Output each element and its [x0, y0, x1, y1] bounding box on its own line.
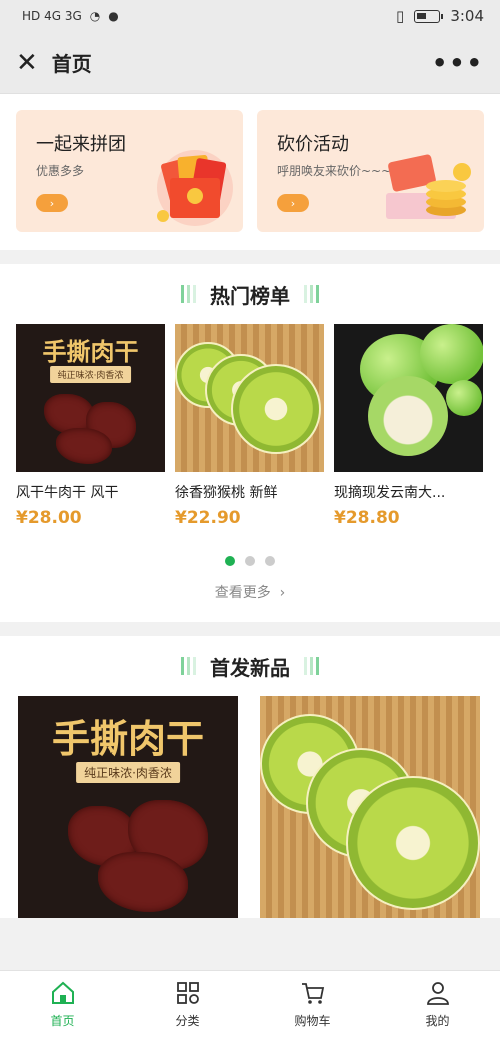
vibrate-icon: ▯ — [396, 7, 405, 25]
beef-jerky-image[interactable]: 手撕肉干 纯正味浓·肉香浓 — [18, 696, 238, 918]
tab-cart[interactable]: 购物车 — [250, 971, 375, 1038]
product-name: 徐香猕猴桃 新鲜 — [175, 485, 278, 500]
tab-category[interactable]: 分类 — [125, 971, 250, 1038]
tab-label: 购物车 — [294, 1014, 331, 1028]
kiwi-image[interactable] — [260, 696, 480, 918]
category-icon — [176, 982, 199, 1004]
message-icon: ● — [108, 9, 119, 23]
section-title: 首发新品 — [210, 655, 290, 680]
decor-bars — [181, 285, 196, 303]
view-more-label: 查看更多 — [214, 585, 271, 601]
product-price: ¥28.00 — [16, 508, 82, 528]
tab-profile[interactable]: 我的 — [375, 971, 500, 1038]
beef-jerky-image: 手撕肉干 纯正味浓·肉香浓 — [16, 324, 165, 472]
carousel-indicator — [0, 556, 500, 566]
more-icon[interactable]: ••• — [432, 49, 484, 77]
arrow-button[interactable]: › — [36, 194, 68, 212]
kiwi-image — [175, 324, 324, 472]
product-name: 风干牛肉干 风干 — [16, 485, 119, 500]
tab-label: 我的 — [425, 1014, 450, 1028]
image-tag: 纯正味浓·肉香浓 — [49, 366, 132, 383]
product-price: ¥28.80 — [334, 508, 400, 528]
section-header: 热门榜单 — [0, 264, 500, 324]
green-jujube-image — [334, 324, 483, 472]
clock: 3:04 — [450, 7, 484, 25]
dot-active[interactable] — [225, 556, 235, 566]
tab-label: 首页 — [50, 1014, 75, 1028]
bottom-tab-bar: 首页 分类 购物车 我的 — [0, 970, 500, 1038]
home-icon — [51, 981, 74, 1004]
product-price: ¥22.90 — [175, 508, 241, 528]
group-buy-card[interactable]: 一起来拼团 优惠多多 › — [16, 110, 243, 232]
tab-label: 分类 — [175, 1014, 200, 1028]
dot[interactable] — [245, 556, 255, 566]
status-bar: HD 4G 3G ◔ ● ▯ 3:04 — [0, 0, 500, 32]
decor-bars — [181, 657, 196, 675]
battery-icon — [414, 9, 444, 23]
page-title: 首页 — [51, 52, 92, 76]
section-title: 热门榜单 — [210, 283, 290, 308]
close-icon[interactable]: ✕ — [16, 50, 38, 76]
tab-home[interactable]: 首页 — [0, 971, 125, 1038]
view-more-link[interactable]: 查看更多 › — [0, 566, 500, 622]
section-header: 首发新品 — [0, 636, 500, 696]
new-products-section: 首发新品 手撕肉干 纯正味浓·肉香浓 — [0, 636, 500, 918]
arrow-button[interactable]: › — [277, 194, 309, 212]
image-title: 手撕肉干 — [42, 337, 139, 366]
user-icon — [426, 982, 449, 1005]
image-title: 手撕肉干 — [51, 716, 204, 761]
network-indicator: HD 4G 3G — [22, 9, 82, 23]
dot[interactable] — [265, 556, 275, 566]
product-card[interactable]: 手撕肉干 纯正味浓·肉香浓 风干牛肉干 风干 ¥28.00 — [16, 324, 165, 528]
navigation-bar: ✕ 首页 ••• — [0, 32, 500, 94]
wifi-icon: ◔ — [89, 9, 101, 23]
coins-card-illustration — [386, 154, 471, 219]
product-card[interactable]: 徐香猕猴桃 新鲜 ¥22.90 — [175, 324, 324, 528]
image-tag: 纯正味浓·肉香浓 — [76, 762, 180, 783]
new-product-list: 手撕肉干 纯正味浓·肉香浓 — [0, 696, 500, 918]
hot-product-carousel[interactable]: 手撕肉干 纯正味浓·肉香浓 风干牛肉干 风干 ¥28.00 徐香猕猴桃 新鲜 ¥… — [0, 324, 500, 528]
cart-icon — [301, 983, 324, 1004]
bargain-card[interactable]: 砍价活动 呼朋唤友来砍价~~~ › — [257, 110, 484, 232]
red-envelope-illustration — [157, 150, 233, 226]
decor-bars — [304, 285, 319, 303]
chevron-right-icon: › — [275, 585, 286, 601]
promo-section: 一起来拼团 优惠多多 › 砍价活动 呼朋唤友来砍价~~~ › — [0, 94, 500, 250]
hot-list-section: 热门榜单 手撕肉干 纯正味浓·肉香浓 风干牛肉干 风干 ¥28.00 徐香猕猴桃… — [0, 264, 500, 622]
product-name: 现摘现发云南大... — [334, 485, 446, 500]
product-card[interactable]: 现摘现发云南大... ¥28.80 — [334, 324, 483, 528]
decor-bars — [304, 657, 319, 675]
